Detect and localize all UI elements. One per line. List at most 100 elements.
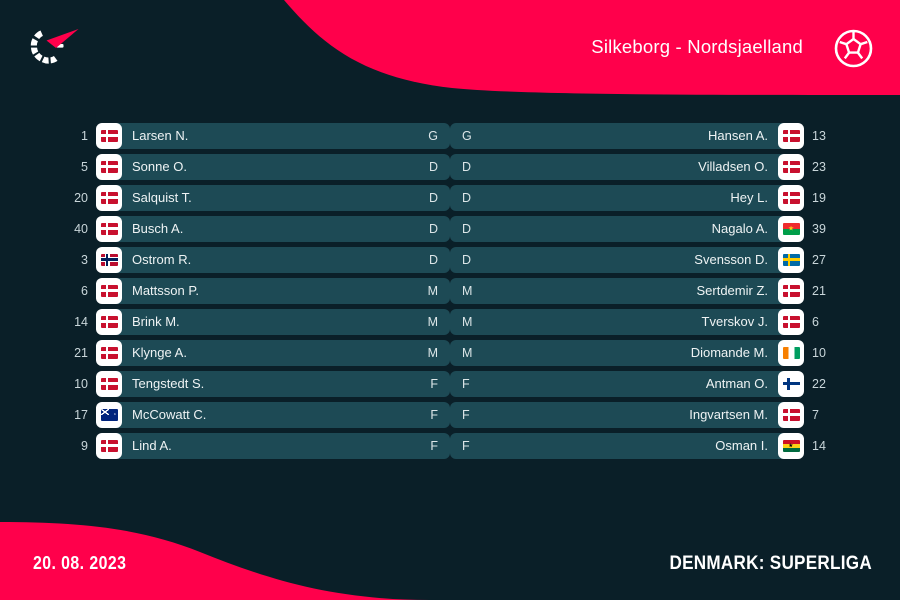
player-pill[interactable]: Busch A. D xyxy=(116,215,450,242)
flag-badge xyxy=(96,122,122,149)
lineup-row: 17 McCowatt C. F F Ingvartsen M. 7 xyxy=(0,399,900,430)
away-player-entry[interactable]: D Nagalo A. 39 xyxy=(450,215,900,242)
player-number: 23 xyxy=(812,159,826,174)
flashscore-logo-icon[interactable] xyxy=(26,24,82,70)
player-pill[interactable]: M Diomande M. xyxy=(450,339,784,366)
player-pill[interactable]: F Antman O. xyxy=(450,370,784,397)
player-pill[interactable]: F Osman I. xyxy=(450,432,784,459)
player-pill[interactable]: Tengstedt S. F xyxy=(116,370,450,397)
flag-dk-icon xyxy=(100,160,118,173)
player-number: 40 xyxy=(74,221,88,236)
away-player-entry[interactable]: F Ingvartsen M. 7 xyxy=(450,401,900,428)
flag-ci-icon xyxy=(782,346,800,359)
home-player-entry[interactable]: 5 Sonne O. D xyxy=(0,153,450,180)
lineup-row: 3 Ostrom R. D D Svensson D. 27 xyxy=(0,244,900,275)
flag-gh-icon xyxy=(782,439,800,452)
player-number: 9 xyxy=(81,438,88,453)
player-pill[interactable]: D Nagalo A. xyxy=(450,215,784,242)
player-position: D xyxy=(462,221,472,236)
flag-badge xyxy=(96,432,122,459)
flag-dk-icon xyxy=(782,408,800,421)
lineup-row: 40 Busch A. D D Nagalo A. 39 xyxy=(0,213,900,244)
player-pill[interactable]: G Hansen A. xyxy=(450,122,784,149)
flag-badge xyxy=(96,153,122,180)
player-pill[interactable]: McCowatt C. F xyxy=(116,401,450,428)
flag-badge xyxy=(96,215,122,242)
player-number: 10 xyxy=(812,345,826,360)
home-player-entry[interactable]: 40 Busch A. D xyxy=(0,215,450,242)
player-pill[interactable]: Sonne O. D xyxy=(116,153,450,180)
player-number: 21 xyxy=(74,345,88,360)
player-name: Salquist T. xyxy=(132,190,192,205)
player-name: Larsen N. xyxy=(132,128,189,143)
flag-badge xyxy=(778,277,804,304)
home-player-entry[interactable]: 17 McCowatt C. F xyxy=(0,401,450,428)
home-player-entry[interactable]: 14 Brink M. M xyxy=(0,308,450,335)
away-player-entry[interactable]: F Osman I. 14 xyxy=(450,432,900,459)
flag-badge xyxy=(96,246,122,273)
player-pill[interactable]: Ostrom R. D xyxy=(116,246,450,273)
player-pill[interactable]: Lind A. F xyxy=(116,432,450,459)
player-number: 20 xyxy=(74,190,88,205)
away-player-entry[interactable]: M Sertdemir Z. 21 xyxy=(450,277,900,304)
away-player-entry[interactable]: D Hey L. 19 xyxy=(450,184,900,211)
player-position: M xyxy=(427,283,438,298)
player-pill[interactable]: Brink M. M xyxy=(116,308,450,335)
lineup-row: 6 Mattsson P. M M Sertdemir Z. 21 xyxy=(0,275,900,306)
player-pill[interactable]: Salquist T. D xyxy=(116,184,450,211)
away-player-entry[interactable]: M Tverskov J. 6 xyxy=(450,308,900,335)
player-number: 1 xyxy=(81,128,88,143)
player-position: D xyxy=(462,159,472,174)
player-number: 6 xyxy=(812,314,819,329)
player-pill[interactable]: Mattsson P. M xyxy=(116,277,450,304)
player-pill[interactable]: D Hey L. xyxy=(450,184,784,211)
player-position: F xyxy=(462,376,470,391)
player-number: 13 xyxy=(812,128,826,143)
home-player-entry[interactable]: 20 Salquist T. D xyxy=(0,184,450,211)
player-number: 39 xyxy=(812,221,826,236)
away-player-entry[interactable]: D Villadsen O. 23 xyxy=(450,153,900,180)
player-name: Ingvartsen M. xyxy=(689,407,768,422)
home-player-entry[interactable]: 10 Tengstedt S. F xyxy=(0,370,450,397)
flag-dk-icon xyxy=(100,191,118,204)
flag-badge xyxy=(96,370,122,397)
flag-badge xyxy=(778,370,804,397)
player-position: M xyxy=(462,283,473,298)
player-number: 19 xyxy=(812,190,826,205)
away-player-entry[interactable]: G Hansen A. 13 xyxy=(450,122,900,149)
away-player-entry[interactable]: F Antman O. 22 xyxy=(450,370,900,397)
lineup-row: 14 Brink M. M M Tverskov J. 6 xyxy=(0,306,900,337)
away-player-entry[interactable]: M Diomande M. 10 xyxy=(450,339,900,366)
player-position: D xyxy=(428,159,438,174)
flag-fi-icon xyxy=(782,377,800,390)
player-pill[interactable]: M Tverskov J. xyxy=(450,308,784,335)
player-pill[interactable]: Larsen N. G xyxy=(116,122,450,149)
flag-dk-icon xyxy=(782,129,800,142)
player-pill[interactable]: M Sertdemir Z. xyxy=(450,277,784,304)
home-player-entry[interactable]: 6 Mattsson P. M xyxy=(0,277,450,304)
player-pill[interactable]: D Villadsen O. xyxy=(450,153,784,180)
home-player-entry[interactable]: 21 Klynge A. M xyxy=(0,339,450,366)
player-number: 6 xyxy=(81,283,88,298)
player-pill[interactable]: F Ingvartsen M. xyxy=(450,401,784,428)
flag-dk-icon xyxy=(100,222,118,235)
flag-badge xyxy=(778,339,804,366)
lineup-row: 1 Larsen N. G G Hansen A. 13 xyxy=(0,120,900,151)
home-player-entry[interactable]: 1 Larsen N. G xyxy=(0,122,450,149)
flag-dk-icon xyxy=(100,284,118,297)
player-name: Tverskov J. xyxy=(701,314,768,329)
player-name: Osman I. xyxy=(715,438,768,453)
lineup-row: 21 Klynge A. M M Diomande M. 10 xyxy=(0,337,900,368)
player-name: Busch A. xyxy=(132,221,184,236)
player-pill[interactable]: Klynge A. M xyxy=(116,339,450,366)
player-number: 7 xyxy=(812,407,819,422)
player-position: D xyxy=(462,190,472,205)
home-player-entry[interactable]: 3 Ostrom R. D xyxy=(0,246,450,273)
player-name: Antman O. xyxy=(705,376,768,391)
home-player-entry[interactable]: 9 Lind A. F xyxy=(0,432,450,459)
player-position: F xyxy=(462,438,470,453)
lineup-row: 9 Lind A. F F Osman I. 14 xyxy=(0,430,900,461)
player-name: Sertdemir Z. xyxy=(696,283,768,298)
away-player-entry[interactable]: D Svensson D. 27 xyxy=(450,246,900,273)
player-pill[interactable]: D Svensson D. xyxy=(450,246,784,273)
